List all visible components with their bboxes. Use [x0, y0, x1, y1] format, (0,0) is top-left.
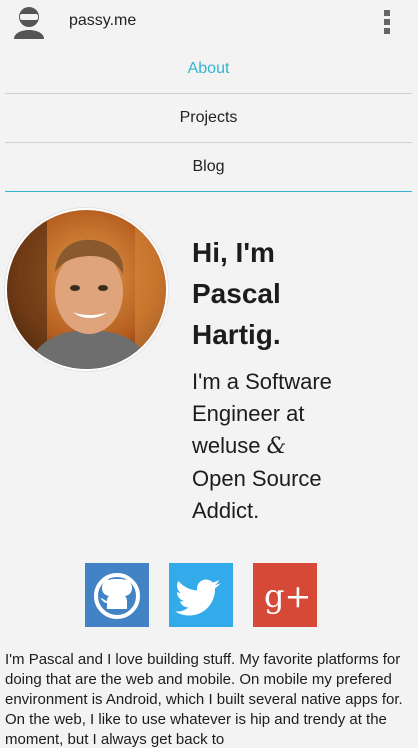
profile-photo: [5, 208, 168, 371]
overflow-menu-icon[interactable]: [378, 8, 396, 36]
nav-item-blog[interactable]: Blog: [5, 143, 412, 191]
avatar-icon[interactable]: [12, 5, 46, 39]
greeting-line: Hartig.: [192, 319, 281, 350]
github-icon: [85, 563, 149, 627]
tagline-line: Open Source: [192, 466, 322, 491]
twitter-button[interactable]: [169, 563, 233, 627]
tagline-line: Addict.: [192, 498, 260, 523]
twitter-bird-icon: [169, 563, 233, 627]
bio-paragraph: I'm Pascal and I love building stuff. My…: [5, 651, 403, 748]
tagline: I'm a Software Engineer at weluse & Open…: [192, 366, 402, 527]
app-bar: passy.me: [0, 0, 418, 44]
nav-active-indicator: [5, 191, 412, 192]
company-link[interactable]: weluse: [192, 433, 260, 458]
tagline-line: I'm a Software: [192, 369, 332, 394]
nav-item-about[interactable]: About: [5, 45, 412, 93]
greeting-line: Hi, I'm: [192, 237, 275, 268]
googleplus-icon: g+: [253, 563, 317, 627]
googleplus-button[interactable]: g+: [253, 563, 317, 627]
greeting-heading: Hi, I'm Pascal Hartig.: [192, 232, 402, 355]
ampersand: &: [266, 434, 287, 459]
github-button[interactable]: [85, 563, 149, 627]
greeting-line: Pascal: [192, 278, 281, 309]
tagline-line: Engineer at: [192, 401, 305, 426]
nav-item-projects[interactable]: Projects: [5, 94, 412, 142]
app-title: passy.me: [69, 12, 137, 29]
googleplus-glyph: g+: [264, 577, 311, 615]
tagline-line: weluse &: [192, 430, 402, 463]
